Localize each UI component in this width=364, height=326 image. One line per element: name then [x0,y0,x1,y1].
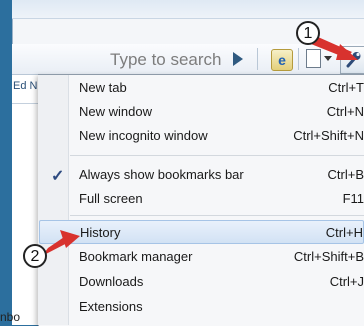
menu-item-history[interactable]: History Ctrl+H [39,220,364,244]
menu-separator [70,155,364,156]
search-go-arrow-icon[interactable] [233,52,243,66]
menu-item-always-show-bookmarks-bar[interactable]: Always show bookmarks bar Ctrl+B [39,163,364,187]
menu-item-shortcut: Ctrl+H [325,225,363,240]
menu-separator [70,215,364,216]
menu-item-label: New window [79,104,152,119]
page-icon[interactable] [306,49,321,68]
menu-item-extensions[interactable]: Extensions [39,295,364,319]
menu-item-shortcut: Ctrl+B [327,167,364,182]
page-content [12,75,38,325]
page-text-fragment: nbo [0,310,21,324]
menu-item-label: Downloads [79,274,144,289]
page-text-fragment: Ed N [13,80,38,92]
toolbar-separator [257,48,258,70]
menu-item-label: Extensions [79,299,143,314]
chevron-down-icon[interactable] [324,56,332,61]
toolbar-separator [298,48,299,70]
menu-item-shortcut: Ctrl+J [329,274,364,289]
title-strip [12,0,364,19]
divider [12,103,38,104]
menu-item-downloads[interactable]: Downloads Ctrl+J [39,270,364,294]
menu-item-label: New incognito window [79,128,208,143]
menu-item-label: Full screen [79,191,143,206]
callout-number-2: 2 [23,244,47,268]
menu-item-shortcut: Ctrl+N [326,104,364,119]
ie-icon[interactable]: e [271,49,293,71]
menu-item-full-screen[interactable]: Full screen F11 [39,187,364,211]
menu-item-new-tab[interactable]: New tab Ctrl+T [39,76,364,100]
wrench-icon[interactable] [345,50,361,68]
menu-item-shortcut: Ctrl+Shift+B [293,249,364,264]
menu-item-label: Always show bookmarks bar [79,167,244,182]
menu-item-label: New tab [79,80,127,95]
menu-item-label: History [80,225,121,240]
menu-item-shortcut: F11 [342,191,364,206]
callout-number-1: 1 [296,21,320,45]
menu-item-shortcut: Ctrl+Shift+N [293,128,364,143]
menu-item-new-window[interactable]: New window Ctrl+N [39,100,364,124]
menu-item-bookmark-manager[interactable]: Bookmark manager Ctrl+Shift+B [39,245,364,269]
search-box[interactable]: Type to search [110,50,222,70]
menu-item-new-incognito-window[interactable]: New incognito window Ctrl+Shift+N [39,124,364,148]
menu-item-shortcut: Ctrl+T [328,80,364,95]
menu-item-label: Bookmark manager [79,249,193,264]
